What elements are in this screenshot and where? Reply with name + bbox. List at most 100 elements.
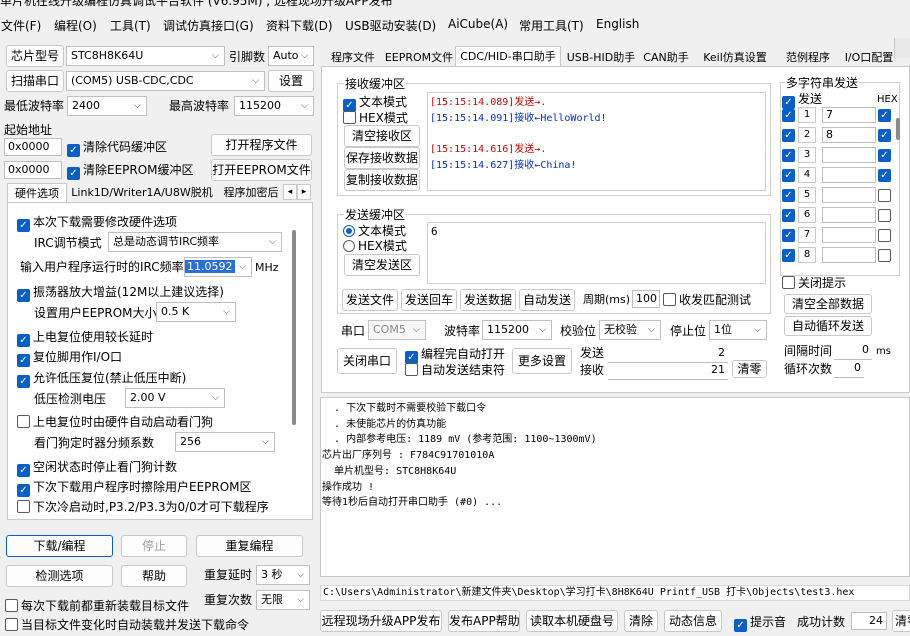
close-port-button[interactable]: 关闭串口: [337, 348, 397, 374]
hex-checkbox-2[interactable]: ✓: [878, 129, 891, 142]
send-input[interactable]: 6: [427, 222, 766, 284]
parity-select[interactable]: 无校验 ⌵: [599, 320, 661, 340]
eeprom-addr-input[interactable]: 0x0000: [4, 161, 62, 179]
hw-option-wdt-auto[interactable]: 上电复位时由硬件自动启动看门狗: [17, 413, 213, 430]
more-settings-button[interactable]: 更多设置: [512, 348, 572, 374]
reload-each-checkbox[interactable]: 每次下载前都重新装载目标文件: [5, 598, 189, 614]
clear-success-button[interactable]: 清零: [892, 610, 910, 632]
tab-usb-hid[interactable]: USB-HID助手: [564, 48, 638, 68]
auto-load-checkbox[interactable]: 当目标文件变化时自动装载并发送下载命令: [5, 617, 249, 633]
auto-end-checkbox[interactable]: 自动发送结束符: [405, 362, 505, 378]
publish-help-button[interactable]: 发布APP帮助: [448, 610, 520, 632]
multi-scrollbar-thumb[interactable]: [896, 118, 900, 140]
multi-input-4[interactable]: [822, 167, 876, 183]
read-disk-button[interactable]: 读取本机硬盘号: [526, 610, 618, 632]
max-baud-select[interactable]: 115200 ⌵: [234, 96, 314, 116]
menu-program[interactable]: 编程(O): [54, 17, 97, 34]
multi-input-8[interactable]: [822, 247, 876, 263]
checkbox-icon[interactable]: ✓: [782, 249, 795, 262]
check-options-button[interactable]: 检测选项: [6, 565, 113, 587]
send-data-button[interactable]: 发送数据: [460, 289, 516, 311]
clear-code-checkbox[interactable]: ✓ 清除代码缓冲区: [67, 139, 167, 157]
checkbox-icon[interactable]: ✓: [782, 149, 795, 162]
multi-input-2[interactable]: 8: [822, 127, 876, 143]
multi-input-1[interactable]: 7: [822, 107, 876, 123]
open-program-button[interactable]: 打开程序文件: [211, 134, 312, 156]
tab-link1d[interactable]: Link1D/Writer1A/U8W脱机: [70, 183, 214, 203]
menu-usb-driver[interactable]: USB驱动安装(D): [345, 17, 436, 34]
tab-encrypt[interactable]: 程序加密后: [218, 183, 284, 203]
checkbox-icon[interactable]: ✓: [782, 189, 795, 202]
multi-input-3[interactable]: [822, 147, 876, 163]
repeat-count-select[interactable]: 无限 ⌵: [256, 590, 310, 610]
tab-serial-helper[interactable]: CDC/HID-串口助手: [455, 46, 561, 66]
receive-area[interactable]: [15:15:14.089]发送→. [15:15:14.091]接收←Hell…: [427, 92, 766, 191]
download-program-button[interactable]: 下载/编程: [6, 535, 113, 557]
menu-file[interactable]: 文件(F): [1, 17, 41, 34]
checkbox-icon[interactable]: ✓: [782, 169, 795, 182]
checkbox-icon[interactable]: ✓: [782, 129, 795, 142]
checkbox-icon[interactable]: ✓: [782, 229, 795, 242]
irc-mode-select[interactable]: 总是动态调节IRC频率 ⌵: [108, 232, 282, 252]
settings-button[interactable]: 设置: [268, 70, 314, 92]
hex-checkbox-5[interactable]: [878, 189, 891, 202]
copy-receive-button[interactable]: 复制接收数据: [344, 169, 420, 191]
multi-send-button-2[interactable]: 2: [798, 127, 816, 143]
hex-checkbox-4[interactable]: ✓: [878, 169, 891, 182]
hw-option-erase-eeprom[interactable]: ✓ 下次下载用户程序时擦除用户EEPROM区: [17, 478, 252, 497]
hw-option-long-delay[interactable]: ✓ 上电复位使用较长延时: [17, 328, 153, 347]
match-test-checkbox[interactable]: 收发匹配测试: [663, 292, 751, 308]
min-baud-select[interactable]: 2400 ⌵: [67, 96, 147, 116]
stop-button[interactable]: 停止: [121, 535, 187, 557]
lvd-select[interactable]: 2.00 V ⌵: [125, 388, 225, 408]
tab-keil[interactable]: Keil仿真设置: [695, 48, 775, 68]
code-addr-input[interactable]: 0x0000: [4, 138, 62, 156]
reprogram-button[interactable]: 重复编程: [196, 535, 303, 557]
close-hint-checkbox[interactable]: 关闭提示: [782, 275, 846, 291]
irc-freq-select[interactable]: 11.0592 ⌵: [184, 257, 252, 277]
remote-upgrade-button[interactable]: 远程现场升级APP发布: [320, 610, 442, 632]
hex-checkbox-6[interactable]: [878, 209, 891, 222]
animation-button[interactable]: 动态信息: [664, 610, 722, 632]
hex-checkbox-7[interactable]: [878, 229, 891, 242]
hex-checkbox-1[interactable]: ✓: [878, 109, 891, 122]
clear-eeprom-checkbox[interactable]: ✓ 清除EEPROM缓冲区: [67, 162, 194, 180]
menu-debug[interactable]: 调试仿真接口(G): [163, 17, 254, 34]
checkbox-icon[interactable]: ✓: [782, 109, 795, 122]
tab-scroll-left-icon[interactable]: ◂: [283, 184, 297, 200]
send-hex-mode-radio[interactable]: HEX模式: [343, 238, 407, 254]
stop-bits-select[interactable]: 1位 ⌵: [709, 320, 767, 340]
open-eeprom-button[interactable]: 打开EEPROM文件: [211, 159, 312, 181]
hw-option-modify[interactable]: ✓ 本次下载需要修改硬件选项: [17, 213, 177, 232]
hw-option-reset-io[interactable]: ✓ 复位脚用作I/O口: [17, 348, 122, 367]
multi-send-button-1[interactable]: 1: [798, 107, 816, 123]
multi-input-5[interactable]: [822, 187, 876, 203]
clear-log-button[interactable]: 清除: [624, 610, 658, 632]
auto-loop-button[interactable]: 自动循环发送: [784, 316, 872, 336]
hw-option-lvr[interactable]: ✓ 允许低压复位(禁止低压中断): [17, 369, 186, 388]
multi-send-button-6[interactable]: 6: [798, 207, 816, 223]
scrollbar-thumb[interactable]: [292, 230, 296, 425]
repeat-delay-select[interactable]: 3 秒 ⌵: [256, 565, 310, 585]
auto-send-button[interactable]: 自动发送: [519, 289, 575, 311]
port-select[interactable]: (COM5) USB-CDC,CDC ⌵: [66, 71, 265, 91]
interval-input[interactable]: 0: [834, 342, 872, 360]
multi-send-button-4[interactable]: 4: [798, 167, 816, 183]
hex-checkbox-3[interactable]: ✓: [878, 149, 891, 162]
multi-send-button-7[interactable]: 7: [798, 227, 816, 243]
loop-count-input[interactable]: 0: [834, 360, 864, 378]
tab-hardware[interactable]: 硬件选项: [7, 183, 67, 203]
tab-can[interactable]: CAN助手: [641, 48, 691, 68]
pins-select[interactable]: Auto ⌵: [268, 46, 314, 66]
tab-scroll-right-icon[interactable]: ▸: [297, 184, 311, 200]
tab-io-config[interactable]: I/O口配置: [840, 48, 898, 68]
hex-checkbox-8[interactable]: [878, 249, 891, 262]
send-enter-button[interactable]: 发送回车: [401, 289, 457, 311]
scan-port-button[interactable]: 扫描串口: [6, 70, 64, 92]
help-button[interactable]: 帮助: [121, 565, 187, 587]
send-text-mode-radio[interactable]: 文本模式: [343, 223, 406, 239]
clear-all-button[interactable]: 清空全部数据: [784, 294, 872, 314]
menu-download[interactable]: 资料下载(D): [266, 17, 333, 34]
clear-send-button[interactable]: 清空发送区: [344, 254, 420, 276]
wdt-select[interactable]: 256 ⌵: [175, 432, 275, 452]
